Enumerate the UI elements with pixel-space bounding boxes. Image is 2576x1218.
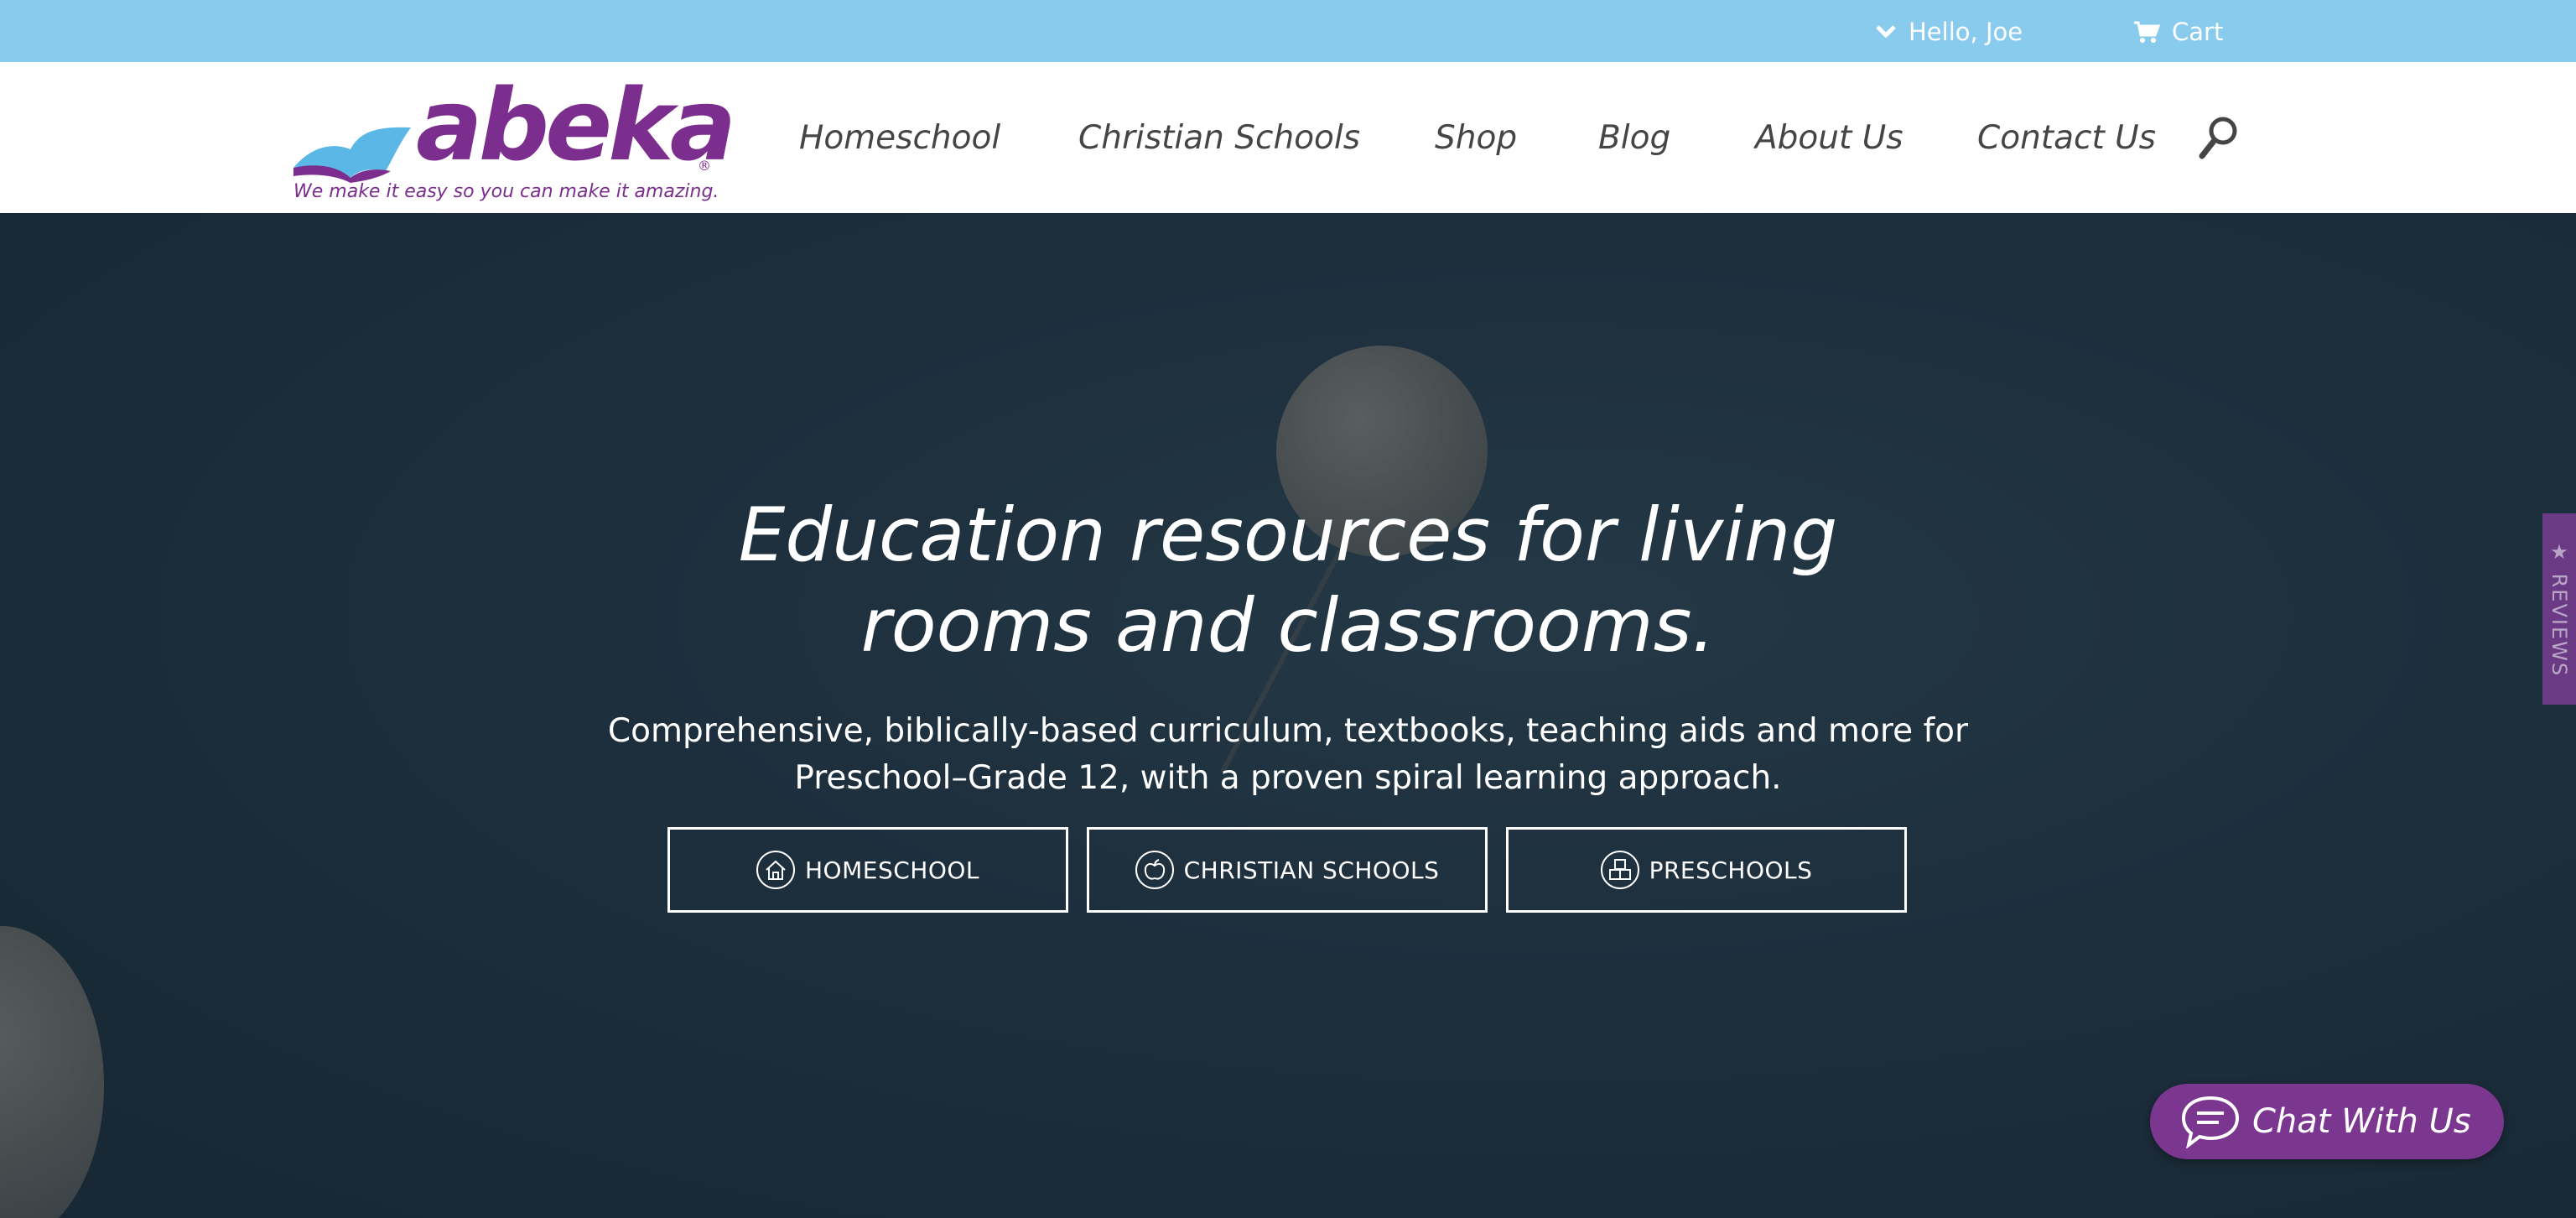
house-icon [756,851,795,889]
utility-bar: Hello, Joe Cart [0,0,2576,62]
site-header: abeka ® We make it easy so you can make … [0,62,2576,213]
blocks-icon [1600,851,1639,889]
hero-subheading-line2: Preschool–Grade 12, with a proven spiral… [794,759,1782,797]
chat-with-us-button[interactable]: Chat With Us [2150,1084,2504,1159]
homeschool-button[interactable]: HOMESCHOOL [667,827,1068,913]
search-button[interactable] [2197,114,2241,161]
christian-schools-button-label: CHRISTIAN SCHOOLS [1183,856,1440,884]
hero-section: Education resources for living rooms and… [0,213,2576,1218]
nav-about-us[interactable]: About Us [1755,112,1903,163]
logo-tagline: We make it easy so you can make it amazi… [293,181,719,202]
apple-icon [1135,851,1174,889]
nav-homeschool[interactable]: Homeschool [799,112,1000,163]
hero-headline-line2: rooms and classrooms. [860,582,1716,669]
chevron-down-icon [1876,25,1896,39]
logo-wordmark: abeka [416,67,736,183]
cart-label: Cart [2172,18,2224,46]
account-menu[interactable]: Hello, Joe [1875,15,2023,49]
logo-registered-mark: ® [698,158,711,174]
homeschool-button-label: HOMESCHOOL [805,856,979,884]
preschools-button[interactable]: PRESCHOOLS [1506,827,1907,913]
abeka-logo[interactable]: abeka ® We make it easy so you can make … [292,75,736,213]
open-book-logo-icon [293,127,411,183]
hero-headline-line1: Education resources for living [738,492,1838,578]
cart-icon [2134,21,2160,43]
nav-shop[interactable]: Shop [1435,112,1517,163]
preschools-button-label: PRESCHOOLS [1649,856,1813,884]
chat-bubble-icon [2181,1096,2240,1148]
hero-subheading: Comprehensive, biblically-based curricul… [449,708,2127,802]
reviews-tab-label: ★ REVIEWS [2547,540,2571,678]
christian-schools-button[interactable]: CHRISTIAN SCHOOLS [1087,827,1488,913]
chat-button-label: Chat With Us [2252,1102,2471,1141]
nav-blog[interactable]: Blog [1598,112,1670,163]
hero-subheading-line1: Comprehensive, biblically-based curricul… [607,712,1969,750]
cart-link[interactable]: Cart [2133,15,2223,49]
hero-headline: Education resources for living rooms and… [449,490,2127,671]
account-greeting: Hello, Joe [1909,18,2023,46]
nav-christian-schools[interactable]: Christian Schools [1078,112,1360,163]
nav-contact-us[interactable]: Contact Us [1977,112,2156,163]
reviews-tab[interactable]: ★ REVIEWS [2542,513,2576,705]
search-icon [2199,117,2237,159]
